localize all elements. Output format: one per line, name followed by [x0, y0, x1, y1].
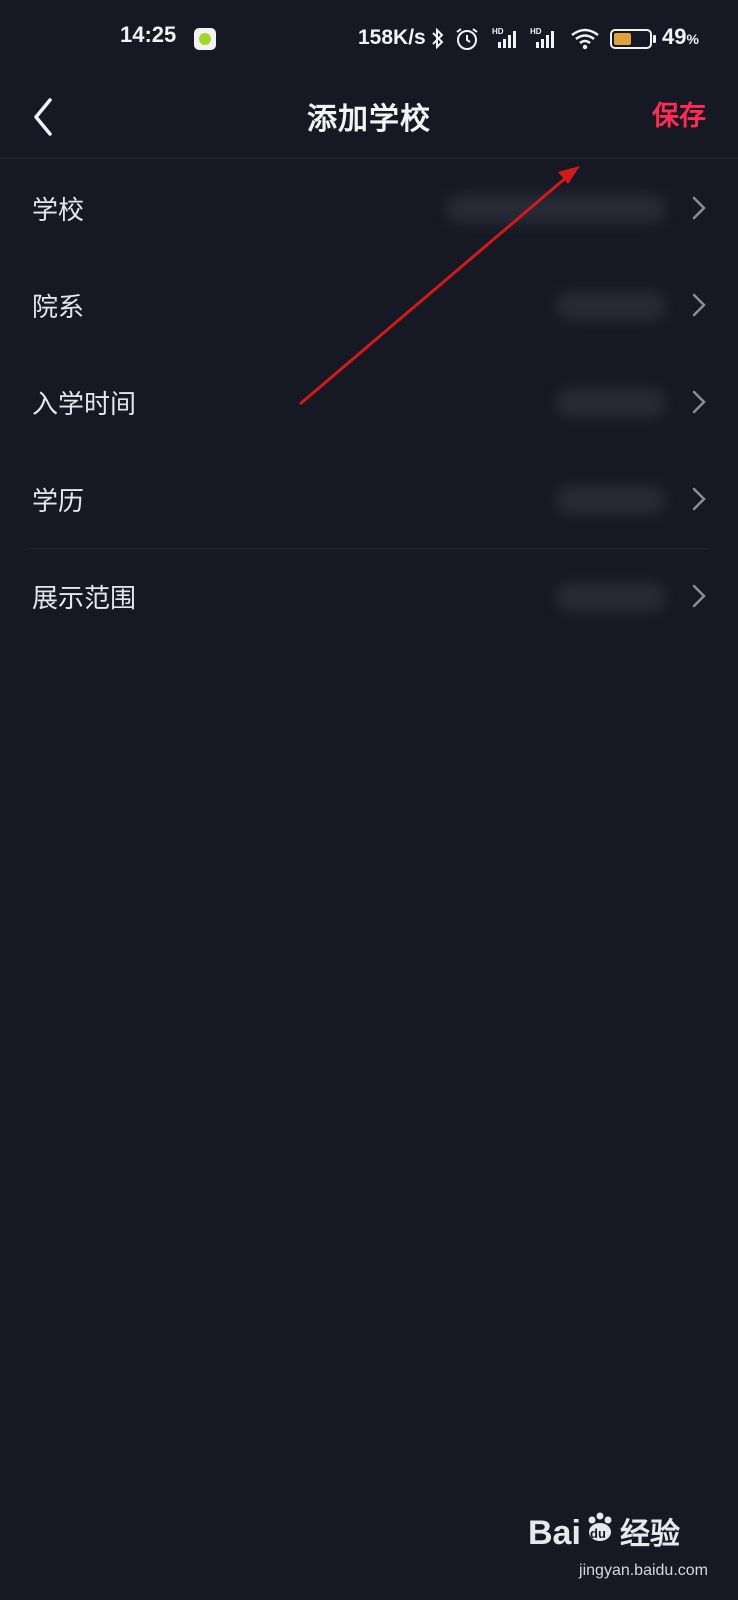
app-notification-icon: [194, 28, 216, 50]
header-divider: [0, 158, 738, 159]
row-education[interactable]: 学历: [0, 451, 738, 548]
blurred-value: [556, 291, 666, 321]
nav-header: 添加学校 保存: [0, 80, 738, 158]
svg-text:HD: HD: [530, 27, 542, 36]
baidu-jingyan-watermark: Bai du 经验 jingyan.baidu.com: [508, 1500, 708, 1580]
baidu-logo-icon: Bai du 经验: [528, 1512, 680, 1552]
row-enrollment-time[interactable]: 入学时间: [0, 354, 738, 451]
row-school[interactable]: 学校: [0, 160, 738, 257]
chevron-right-icon: [692, 293, 706, 317]
chevron-right-icon: [692, 487, 706, 511]
blurred-value: [556, 582, 666, 612]
row-label: 院系: [32, 293, 85, 323]
school-form: 学校 院系 入学时间 学历 展示范围: [0, 160, 738, 645]
blurred-value: [556, 485, 666, 515]
wifi-icon: [571, 28, 599, 50]
page-title: 添加学校: [307, 102, 431, 137]
bluetooth-icon: [432, 27, 444, 50]
svg-text:du: du: [590, 1526, 606, 1541]
hd-signal-icon: HD: [530, 27, 554, 48]
svg-text:HD: HD: [492, 27, 504, 36]
status-time: 14:25: [120, 22, 177, 47]
row-display-scope[interactable]: 展示范围: [0, 548, 738, 645]
battery-percent: 49%: [662, 24, 699, 49]
battery-icon: [610, 29, 656, 49]
save-button[interactable]: 保存: [652, 94, 706, 133]
chevron-right-icon: [692, 390, 706, 414]
row-label: 学历: [32, 487, 85, 517]
chevron-right-icon: [692, 196, 706, 220]
hd-signal-icon: HD: [492, 27, 516, 48]
svg-text:Bai: Bai: [528, 1514, 581, 1552]
watermark-url: jingyan.baidu.com: [579, 1562, 708, 1579]
status-bar: 14:25 158K/s HD HD 49%: [0, 0, 738, 80]
blurred-value: [556, 388, 666, 418]
row-label: 入学时间: [32, 390, 137, 420]
network-speed: 158K/s: [358, 26, 426, 49]
row-label: 展示范围: [32, 584, 137, 614]
add-school-screen: 14:25 158K/s HD HD 49% 添加学校 保存 学校 院系 入学时…: [0, 0, 738, 1600]
svg-text:经验: 经验: [620, 1517, 680, 1552]
blurred-value: [446, 194, 666, 224]
row-label: 学校: [32, 196, 85, 226]
chevron-right-icon: [692, 584, 706, 608]
row-department[interactable]: 院系: [0, 257, 738, 354]
alarm-icon: [456, 28, 478, 50]
